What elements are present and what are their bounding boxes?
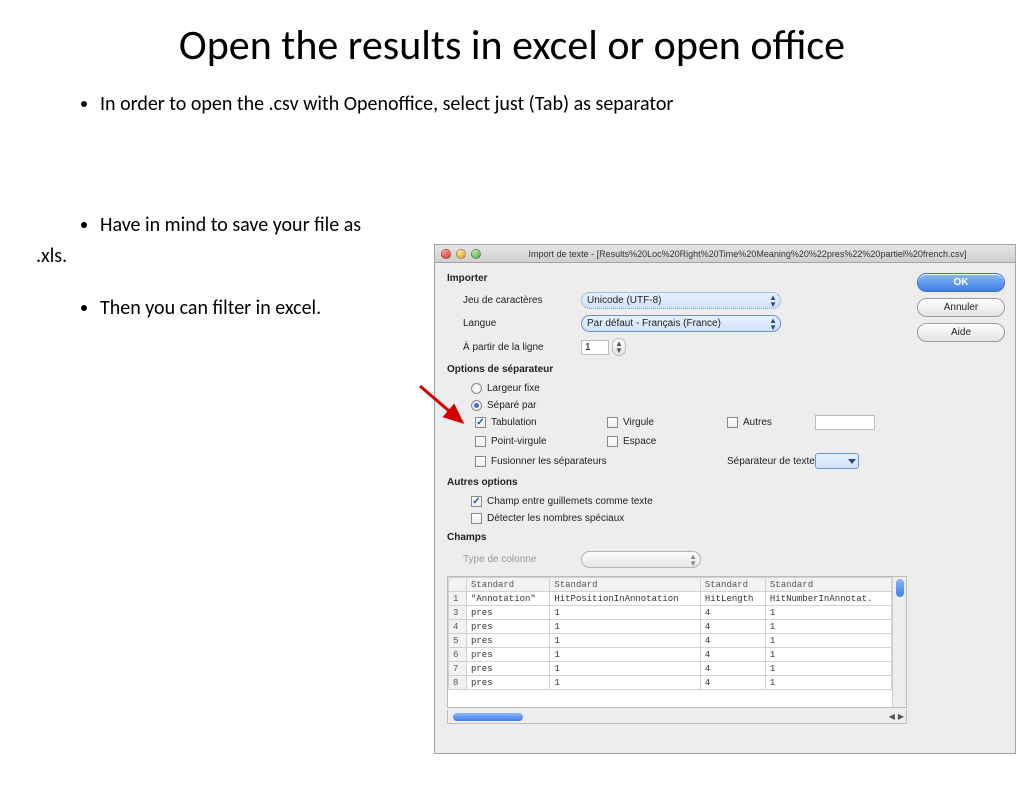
section-other-options: Autres options (447, 477, 907, 488)
checkbox-merge-separators[interactable]: Fusionner les séparateurs (475, 456, 715, 467)
check-label: Tabulation (491, 417, 537, 428)
other-separator-input[interactable] (815, 415, 875, 430)
check-label: Fusionner les séparateurs (491, 456, 607, 467)
ok-button[interactable]: OK (917, 273, 1005, 292)
updown-icon[interactable]: ▲▼ (612, 338, 626, 356)
fromline-label: À partir de la ligne (463, 342, 573, 353)
checkbox-semicolon[interactable]: Point-virgule (475, 436, 595, 447)
radio-separated-by[interactable]: Séparé par (471, 400, 536, 411)
titlebar[interactable]: Import de texte - [Results%20Loc%20Right… (435, 245, 1015, 263)
charset-value: Unicode (UTF-8) (587, 295, 661, 306)
fromline-stepper[interactable]: ▲▼ (581, 338, 626, 356)
check-label: Virgule (623, 417, 654, 428)
updown-icon: ▲▼ (769, 294, 777, 308)
dropdown-icon (848, 459, 856, 464)
preview-grid[interactable]: StandardStandardStandardStandard1"Annota… (447, 576, 907, 708)
check-label: Détecter les nombres spéciaux (487, 513, 624, 524)
checkbox-quoted-as-text[interactable]: ✓Champ entre guillemets comme texte (471, 496, 653, 507)
text-separator-select[interactable] (815, 453, 859, 469)
updown-icon: ▲▼ (689, 553, 697, 567)
section-separator: Options de séparateur (447, 364, 907, 375)
checkbox-space[interactable]: Espace (607, 436, 715, 447)
check-label: Point-virgule (491, 436, 547, 447)
checkbox-tabulation[interactable]: ✓Tabulation (475, 417, 595, 428)
radio-fixed-width[interactable]: Largeur fixe (471, 383, 540, 394)
bullet-item: Have in mind to save your file as (100, 213, 1024, 238)
horizontal-scrollbar[interactable]: ◀ ▶ (447, 710, 907, 724)
minimize-icon[interactable] (456, 249, 466, 259)
slide-title: Open the results in excel or open office (60, 22, 964, 70)
column-type-label: Type de colonne (463, 554, 573, 565)
zoom-icon[interactable] (471, 249, 481, 259)
check-label: Champ entre guillemets comme texte (487, 496, 653, 507)
language-label: Langue (463, 318, 573, 329)
check-label: Autres (743, 417, 772, 428)
cancel-button[interactable]: Annuler (917, 298, 1005, 317)
window-title: Import de texte - [Results%20Loc%20Right… (486, 249, 1009, 259)
section-import: Importer (447, 273, 907, 284)
updown-icon: ▲▼ (769, 317, 777, 331)
checkbox-detect-numbers[interactable]: Détecter les nombres spéciaux (471, 513, 624, 524)
vertical-scrollbar[interactable] (892, 577, 906, 707)
help-button[interactable]: Aide (917, 323, 1005, 342)
bullet-item: In order to open the .csv with Openoffic… (100, 92, 1024, 117)
charset-select[interactable]: Unicode (UTF-8) ▲▼ (581, 292, 781, 309)
checkbox-comma[interactable]: Virgule (607, 417, 715, 428)
text-separator-label: Séparateur de texte (727, 456, 803, 467)
scroll-left-icon[interactable]: ◀ (889, 712, 895, 721)
charset-label: Jeu de caractères (463, 295, 573, 306)
check-label: Espace (623, 436, 656, 447)
checkbox-other[interactable]: Autres (727, 417, 803, 428)
language-select[interactable]: Par défaut - Français (France) ▲▼ (581, 315, 781, 332)
import-text-dialog: Import de texte - [Results%20Loc%20Right… (434, 244, 1016, 754)
fromline-input[interactable] (581, 340, 609, 355)
column-type-select: ▲▼ (581, 551, 701, 568)
radio-label: Séparé par (487, 400, 536, 411)
language-value: Par défaut - Français (France) (587, 318, 721, 329)
radio-label: Largeur fixe (487, 383, 540, 394)
section-fields: Champs (447, 532, 907, 543)
close-icon[interactable] (441, 249, 451, 259)
scroll-right-icon[interactable]: ▶ (898, 712, 904, 721)
